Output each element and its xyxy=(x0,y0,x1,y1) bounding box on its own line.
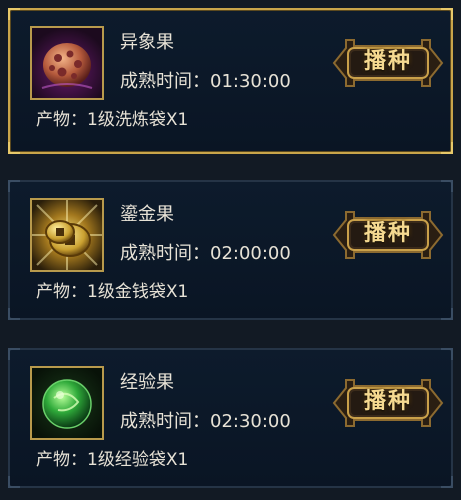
seed-card[interactable]: 经验果 成熟时间：02:30:00 产物：1级经验袋X1 播种 xyxy=(8,348,453,488)
seed-card[interactable]: 异象果 成熟时间：01:30:00 产物：1级洗炼袋X1 播种 xyxy=(8,8,453,154)
green-orb-icon xyxy=(30,366,104,440)
card-corner-ornament xyxy=(8,142,20,154)
card-corner-ornament xyxy=(8,180,20,192)
seed-card[interactable]: 鎏金果 成熟时间：02:00:00 产物：1级金钱袋X1 播种 xyxy=(8,180,453,320)
card-corner-ornament xyxy=(441,308,453,320)
card-corner-ornament xyxy=(8,308,20,320)
coin-icon xyxy=(30,198,104,272)
sow-button-label: 播种 xyxy=(363,49,412,74)
sow-button-label: 播种 xyxy=(363,221,412,246)
card-corner-ornament xyxy=(441,8,453,20)
sow-button-label: 播种 xyxy=(363,389,412,414)
product-label: 产物：1级洗炼袋X1 xyxy=(36,110,189,130)
maturity-time: 成熟时间：02:00:00 xyxy=(120,243,291,264)
card-corner-ornament xyxy=(441,180,453,192)
sow-button[interactable]: 播种 xyxy=(332,374,444,432)
product-label: 产物：1级金钱袋X1 xyxy=(36,282,189,302)
card-corner-ornament xyxy=(8,476,20,488)
product-label: 产物：1级经验袋X1 xyxy=(36,450,189,470)
seed-name: 经验果 xyxy=(120,372,174,393)
seed-list: 异象果 成熟时间：01:30:00 产物：1级洗炼袋X1 播种 鎏金果 成熟时间… xyxy=(0,0,461,500)
seed-name: 异象果 xyxy=(120,32,174,53)
maturity-time: 成熟时间：02:30:00 xyxy=(120,411,291,432)
card-corner-ornament xyxy=(8,348,20,360)
maturity-time: 成熟时间：01:30:00 xyxy=(120,71,291,92)
card-corner-ornament xyxy=(441,348,453,360)
card-corner-ornament xyxy=(441,476,453,488)
card-corner-ornament xyxy=(8,8,20,20)
sow-button[interactable]: 播种 xyxy=(332,34,444,92)
egg-icon xyxy=(30,26,104,100)
sow-button[interactable]: 播种 xyxy=(332,206,444,264)
seed-name: 鎏金果 xyxy=(120,204,174,225)
card-corner-ornament xyxy=(441,142,453,154)
